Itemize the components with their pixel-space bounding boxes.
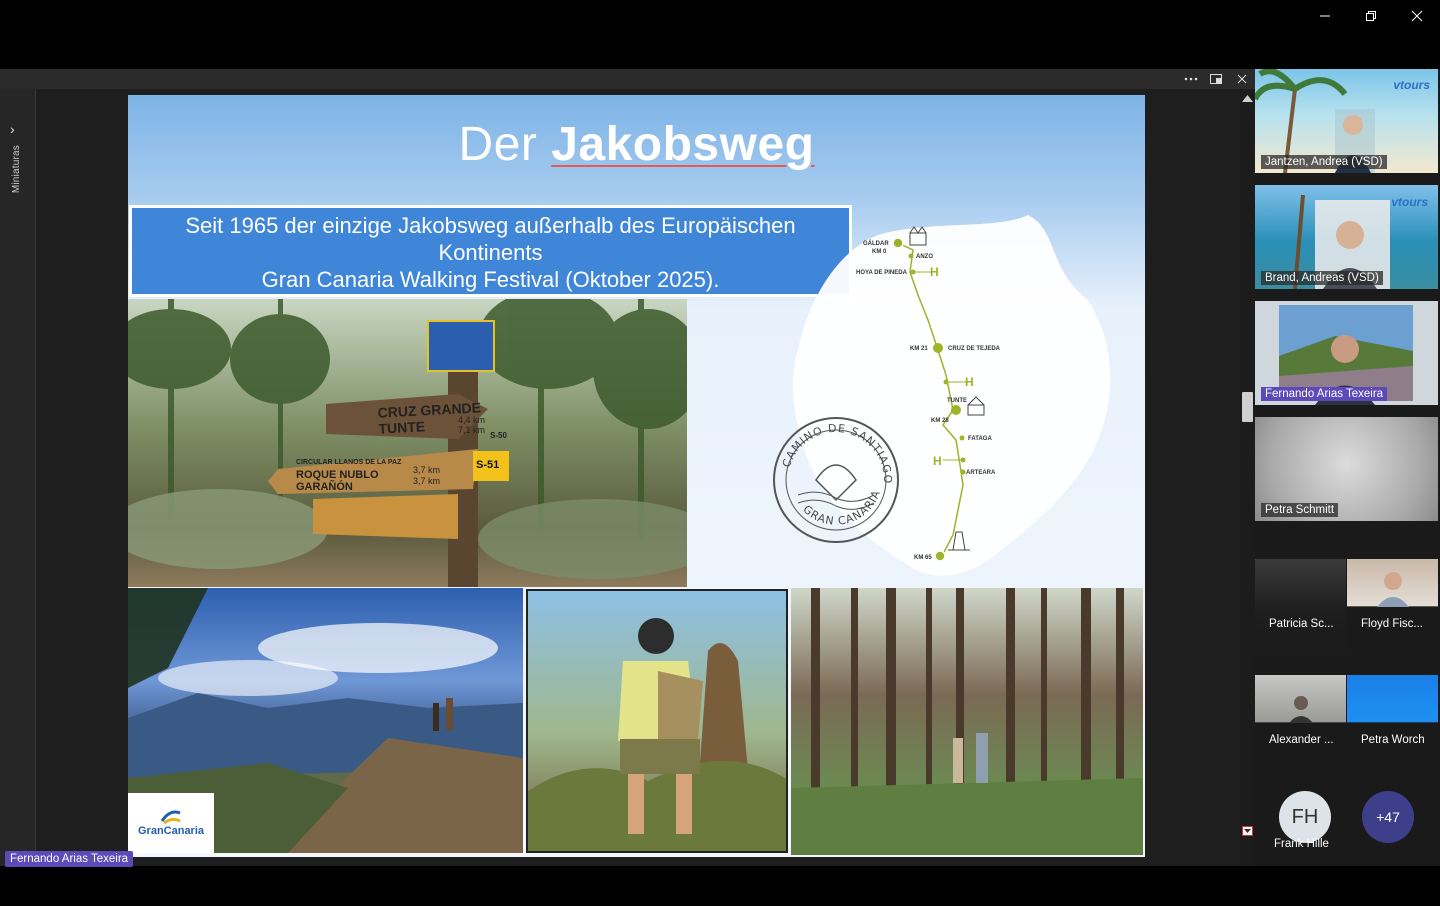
participant-tile[interactable]: vtours Brand, Andreas (VSD) (1255, 185, 1438, 289)
sign-dist-upper: 4,4 km 7,1 km (458, 415, 486, 435)
brand-logo: vtours (1391, 195, 1428, 209)
stage-toolbar (0, 69, 1255, 89)
map-label-km21: KM 21 (910, 346, 928, 352)
map-label-arteara: ARTEARA (966, 470, 996, 476)
participant-tile-pair: Patricia Sc... Floyd Fisc... (1255, 559, 1438, 663)
forest-photo (791, 588, 1143, 855)
map-label-cruz: CRUZ DE TEJEDA (948, 346, 1001, 352)
close-icon[interactable] (1394, 0, 1440, 32)
participant-name: Fernando Arias Texeira (1261, 387, 1388, 401)
close-icon[interactable] (1233, 71, 1251, 87)
more-participants-button[interactable]: +47 (1362, 791, 1414, 843)
restore-icon[interactable] (1348, 0, 1394, 32)
map-label-km65: KM 65 (914, 555, 932, 561)
participant-tile[interactable]: vtours Jantzen, Andrea (VSD) (1255, 69, 1438, 173)
logo-mark-icon (160, 810, 181, 825)
sign-dist-lower: 3,7 km 3,7 km (413, 465, 441, 486)
map-label-h3: H (933, 454, 942, 468)
participant-tile[interactable]: Patricia Sc... (1255, 559, 1346, 663)
map-label-km28: KM 28 (931, 418, 949, 424)
participant-name: Jantzen, Andrea (VSD) (1261, 155, 1387, 169)
participant-name: Patricia Sc... (1269, 618, 1334, 630)
presenter-name-tag: Fernando Arias Texeira (5, 851, 134, 867)
meeting-app: › Miniaturas Der Jakobsweg Seit 1965 der… (0, 0, 1440, 906)
subtitle-line: Gran Canaria Walking Festival (Oktober 2… (261, 267, 720, 292)
sign-text-lower: CIRCULAR LLANOS DE LA PAZ ROQUE NUBLO GA… (296, 459, 402, 493)
map-label-anzo: ANZO (916, 254, 933, 260)
hiker-photo (526, 589, 788, 853)
participant-tile[interactable]: Alexander ... (1255, 675, 1346, 779)
gran-canaria-logo: GranCanaria (128, 793, 214, 853)
scroll-thumb[interactable] (1242, 392, 1253, 422)
subtitle-line: Kontinents (438, 240, 543, 265)
popout-icon[interactable] (1207, 71, 1225, 87)
participant-name: Floyd Fisc... (1361, 618, 1423, 630)
participant-name: Petra Worch (1361, 734, 1425, 746)
minimize-icon[interactable] (1302, 0, 1348, 32)
vertical-scrollbar[interactable] (1240, 89, 1255, 866)
map-label-hoya: HOYA DE PINEDA (856, 270, 908, 276)
map-label-tunte: TUNTE (947, 398, 967, 404)
participants-panel: vtours Jantzen, Andrea (VSD) vtours Bran… (1255, 69, 1440, 866)
map-label-galdar: GÁLDAR (863, 240, 889, 247)
participant-name: Frank Hille (1274, 838, 1329, 850)
participant-tile[interactable]: Fernando Arias Texeira (1255, 301, 1438, 405)
participant-name: Alexander ... (1269, 734, 1334, 746)
thumbnails-label: Miniaturas (11, 145, 22, 194)
map-label-h1: H (930, 265, 939, 279)
sign-code-s51: S-51 (476, 459, 500, 471)
signpost-photo: CRUZ GRANDE TUNTE 4,4 km 7,1 km S-50 CIR… (128, 299, 687, 587)
participant-tile[interactable]: Petra Worch (1347, 675, 1438, 779)
map-label-km0: KM 0 (872, 249, 887, 255)
participant-tile-pair: Alexander ... Petra Worch (1255, 675, 1438, 779)
participant-name: Petra Schmitt (1261, 503, 1339, 517)
participant-name: Brand, Andreas (VSD) (1261, 271, 1383, 285)
brand-logo: vtours (1393, 78, 1430, 92)
scroll-down-icon[interactable] (1242, 826, 1253, 836)
subtitle-line: Seit 1965 der einzige Jakobsweg außerhal… (185, 213, 796, 238)
participant-tile[interactable]: Floyd Fisc... (1347, 559, 1438, 663)
sign-code-s50: S-50 (490, 431, 507, 440)
more-icon[interactable] (1182, 71, 1200, 87)
scroll-up-icon[interactable] (1242, 95, 1253, 102)
participant-tile[interactable]: Petra Schmitt (1255, 417, 1438, 521)
slide-subtitle-box: Seit 1965 der einzige Jakobsweg außerhal… (129, 205, 852, 297)
route-map: GÁLDAR KM 0 ANZO HOYA DE PINEDA H KM 21 … (773, 215, 1111, 576)
thumbnails-sidebar[interactable]: › Miniaturas (0, 89, 36, 866)
participant-avatar[interactable]: FH (1279, 791, 1331, 843)
map-label-h2: H (965, 375, 974, 389)
slide-title: Der Jakobsweg (458, 118, 815, 171)
chevron-right-icon[interactable]: › (10, 121, 15, 137)
map-label-fataga: FATAGA (968, 436, 992, 442)
presentation-slide: Der Jakobsweg Seit 1965 der einzige Jako… (128, 95, 1145, 857)
